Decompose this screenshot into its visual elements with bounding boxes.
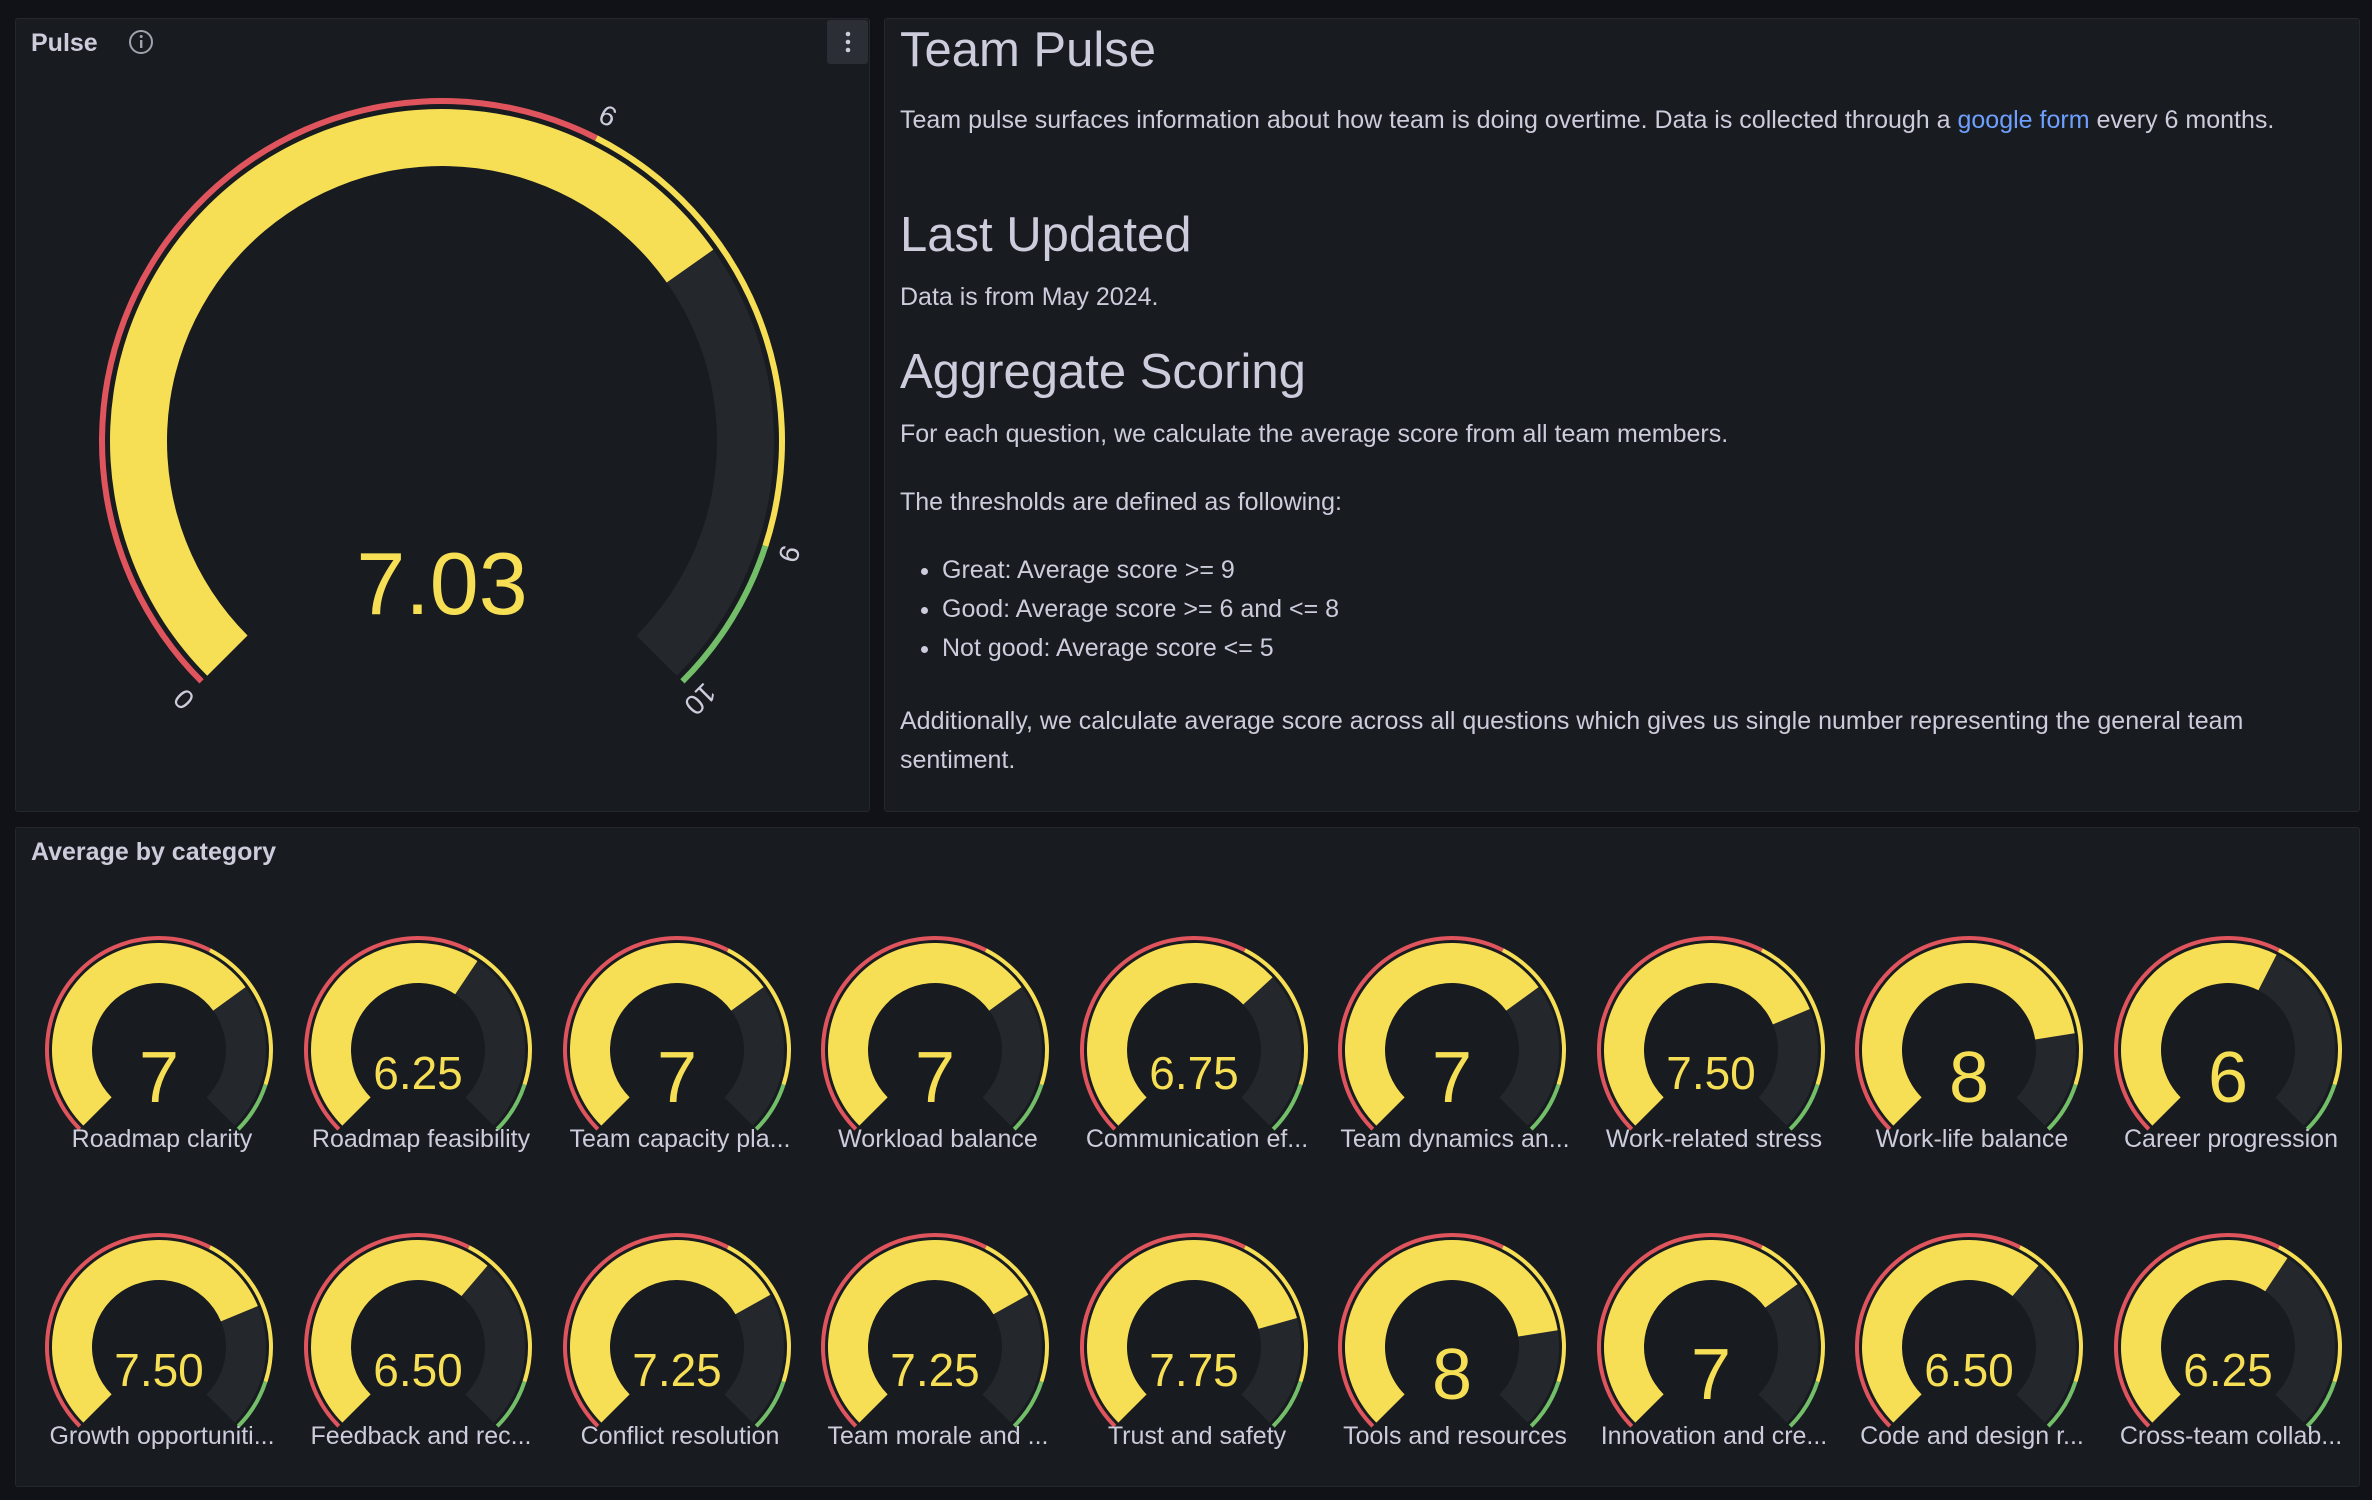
gauge-value-text: 7 [139, 1038, 179, 1118]
category-gauge-chart: 6.25 [304, 936, 532, 1131]
category-gauge-label: Communication ef... [1085, 1125, 1309, 1153]
google-form-link[interactable]: google form [1958, 106, 2090, 134]
category-gauge-chart: 7.25 [821, 1233, 1049, 1428]
threshold-not-good: Not good: Average score <= 5 [942, 629, 1339, 668]
category-gauge-chart: 7 [1597, 1233, 1825, 1428]
pulse-panel: Pulse 7.03 0 6 9 10 [15, 18, 870, 812]
gauge-value-text: 6 [2208, 1038, 2248, 1118]
category-gauge-label: Roadmap feasibility [311, 1125, 531, 1153]
category-gauge: 7.75 Trust and safety [1068, 1230, 1326, 1500]
category-panel: Average by category 7 Roadmap clarity 6.25… [15, 827, 2360, 1487]
gauge-value-text: 7.75 [1149, 1344, 1239, 1396]
aggregate-text: For each question, we calculate the aver… [900, 420, 1729, 448]
category-gauge-chart: 7.25 [563, 1233, 791, 1428]
category-gauge-chart: 6.75 [1080, 936, 1308, 1131]
category-gauge-chart: 7 [45, 936, 273, 1131]
gauge-value-text: 6.50 [1924, 1344, 2014, 1396]
gauge-value-text: 8 [1949, 1038, 1989, 1118]
category-gauge-chart: 8 [1855, 936, 2083, 1131]
category-gauge-label: Roadmap clarity [71, 1125, 253, 1153]
thresholds-list: Great: Average score >= 9 Good: Average … [900, 551, 1339, 668]
category-gauge: 7.50 Work-related stress [1585, 933, 1843, 1203]
heading-team-pulse: Team Pulse [900, 23, 1157, 77]
category-gauge: 7 Roadmap clarity [33, 933, 291, 1203]
category-gauge-label: Career progression [2124, 1125, 2338, 1153]
gauge-tick-label: 6 [594, 98, 622, 133]
intro-text: Team pulse surfaces information about ho… [900, 106, 1958, 134]
pulse-gauge: 7.03 0 6 9 10 [99, 98, 806, 721]
category-gauge: 7 Workload balance [809, 933, 1067, 1203]
gauge-value-bar [2121, 943, 2277, 1126]
text-panel: Team Pulse Team pulse surfaces informati… [884, 18, 2360, 812]
category-gauge: 6.25 Cross-team collab... [2102, 1230, 2360, 1500]
category-gauge-label: Growth opportuniti... [49, 1422, 275, 1450]
panel-title: Average by category [31, 838, 277, 866]
category-gauge-chart: 7 [821, 936, 1049, 1131]
category-gauge-label: Code and design r... [1860, 1422, 2084, 1450]
category-gauge-chart: 7.50 [45, 1233, 273, 1428]
gauge-value-text: 7 [657, 1038, 697, 1118]
category-gauge-label: Work-related stress [1605, 1125, 1823, 1153]
gauge-tick-label: 10 [678, 677, 722, 721]
category-gauge: 6.25 Roadmap feasibility [292, 933, 550, 1203]
category-gauge-label: Team morale and ... [827, 1422, 1049, 1450]
gauge-tick-label: 9 [772, 542, 806, 566]
category-gauge: 7 Team capacity pla... [551, 933, 809, 1203]
threshold-great: Great: Average score >= 9 [942, 551, 1339, 590]
threshold-good: Good: Average score >= 6 and <= 8 [942, 590, 1339, 629]
category-gauge-label: Conflict resolution [580, 1422, 780, 1450]
category-gauge: 7.25 Team morale and ... [809, 1230, 1067, 1500]
gauge-value-text: 7.25 [632, 1344, 722, 1396]
category-gauge: 7.50 Growth opportuniti... [33, 1230, 291, 1500]
category-gauge: 7.25 Conflict resolution [551, 1230, 809, 1500]
category-gauge-chart: 8 [1338, 1233, 1566, 1428]
category-gauge: 6.50 Code and design r... [1843, 1230, 2101, 1500]
category-gauge-label: Trust and safety [1107, 1422, 1287, 1450]
category-gauge-label: Feedback and rec... [310, 1422, 532, 1450]
category-gauge: 8 Tools and resources [1326, 1230, 1584, 1500]
category-gauge-chart: 6.50 [304, 1233, 532, 1428]
gauge-value-text: 8 [1432, 1335, 1472, 1415]
category-gauge-chart: 7 [563, 936, 791, 1131]
category-gauge: 8 Work-life balance [1843, 933, 2101, 1203]
category-gauge: 7 Team dynamics an... [1326, 933, 1584, 1203]
gauge-value-text: 7 [1432, 1038, 1472, 1118]
intro-text-end: every 6 months. [2089, 106, 2275, 134]
gauge-value-text: 6.25 [2183, 1344, 2273, 1396]
heading-last-updated: Last Updated [900, 208, 1192, 262]
category-gauge-chart: 6 [2114, 936, 2342, 1131]
additional-text: Additionally, we calculate average score… [900, 707, 2244, 774]
category-gauge-chart: 6.50 [1855, 1233, 2083, 1428]
category-gauge-label: Work-life balance [1875, 1125, 2069, 1153]
gauge-value-text: 7.03 [356, 534, 527, 633]
gauge-value-text: 7.50 [1666, 1047, 1756, 1099]
category-gauge-label: Team capacity pla... [569, 1125, 791, 1153]
category-gauge-label: Tools and resources [1343, 1422, 1567, 1450]
gauge-value-text: 6.50 [373, 1344, 463, 1396]
category-gauge: 6 Career progression [2102, 933, 2360, 1203]
gauge-value-text: 6.75 [1149, 1047, 1239, 1099]
gauge-value-text: 7.50 [114, 1344, 204, 1396]
category-gauge-label: Workload balance [838, 1125, 1038, 1153]
category-gauge: 7 Innovation and cre... [1585, 1230, 1843, 1500]
thresholds-intro: The thresholds are defined as following: [900, 488, 1342, 516]
category-gauge-chart: 7 [1338, 936, 1566, 1131]
category-gauge: 6.50 Feedback and rec... [292, 1230, 550, 1500]
heading-aggregate-scoring: Aggregate Scoring [900, 345, 1306, 399]
gauge-value-text: 7.25 [890, 1344, 980, 1396]
category-gauge-label: Innovation and cre... [1600, 1422, 1828, 1450]
last-updated-text: Data is from May 2024. [900, 283, 1159, 311]
gauge-value-text: 7 [915, 1038, 955, 1118]
intro-paragraph: Team pulse surfaces information about ho… [900, 101, 2345, 140]
gauge-value-text: 7 [1691, 1335, 1731, 1415]
category-gauge-chart: 6.25 [2114, 1233, 2342, 1428]
gauge-value-text: 6.25 [373, 1047, 463, 1099]
category-gauge-label: Team dynamics an... [1340, 1125, 1570, 1153]
category-gauge-chart: 7.50 [1597, 936, 1825, 1131]
category-gauge-chart: 7.75 [1080, 1233, 1308, 1428]
gauge-tick-label: 0 [167, 683, 200, 716]
category-gauge: 6.75 Communication ef... [1068, 933, 1326, 1203]
category-gauge-label: Cross-team collab... [2119, 1422, 2343, 1450]
